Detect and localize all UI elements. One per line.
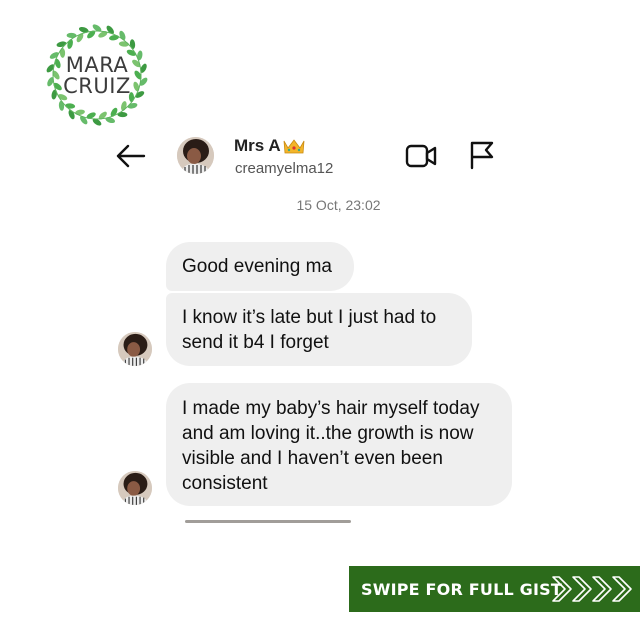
sender-avatar[interactable] [118,471,152,505]
brand-logo: MARA CRUIZ [44,22,150,128]
flag-icon[interactable] [468,140,496,170]
message-timestamp: 15 Oct, 23:02 [296,197,381,213]
logo-text-line2: CRUIZ [63,74,131,98]
message-line: and am loving it..the growth is now [182,423,474,444]
contact-name[interactable]: Mrs A [234,136,281,156]
swipe-banner-label: SWIPE FOR FULL GIST [361,579,562,599]
message-bubble[interactable]: Good evening ma [166,242,354,291]
contact-handle: creamyelma12 [235,160,334,177]
cropped-attachment-edge [185,520,351,523]
contact-avatar[interactable] [177,137,214,174]
back-arrow-icon[interactable] [114,141,148,171]
swipe-banner: SWIPE FOR FULL GIST [349,566,640,612]
video-call-icon[interactable] [405,143,438,169]
crown-icon [282,137,306,155]
logo-text: MARA CRUIZ [44,55,150,97]
message-line: I know it’s late but I just had to [182,307,437,328]
sender-avatar[interactable] [118,332,152,366]
message-line: consistent [182,473,268,494]
message-line: visible and I haven’t even been [182,448,443,469]
message-bubble[interactable]: I know it’s late but I just had to send … [166,293,472,366]
message-line: I made my baby’s hair myself today [182,398,480,419]
chevrons-right-icon [552,576,632,602]
message-line: send it b4 I forget [182,332,329,353]
logo-text-line1: MARA [65,53,129,77]
message-line: Good evening ma [182,256,332,277]
message-bubble[interactable]: I made my baby’s hair myself today and a… [166,383,512,506]
